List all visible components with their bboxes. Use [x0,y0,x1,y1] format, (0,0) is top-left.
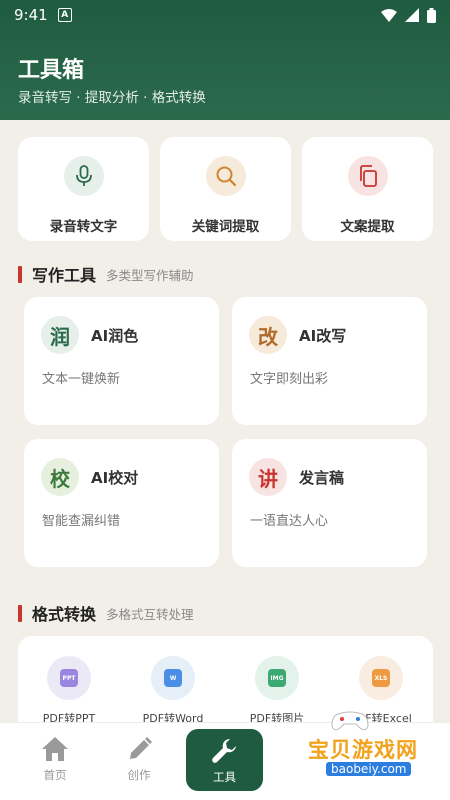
quick-action-copy-extract[interactable]: 文案提取 [302,137,433,241]
format-icon-wrap: IMG [255,656,299,700]
format-icon-wrap: W [151,656,195,700]
nav-item-tools[interactable]: 工具 [186,729,263,791]
ppt-file-icon: PPT [60,669,78,687]
quick-action-keywords[interactable]: 关键词提取 [160,137,291,241]
tool-card-proofread[interactable]: 校 AI校对 智能查漏纠错 [24,439,219,567]
notification-icon: A [57,8,72,22]
tool-badge: 改 [249,316,287,354]
page-title: 工具箱 [18,58,85,83]
section-subtitle: 多类型写作辅助 [106,267,194,283]
tool-badge: 讲 [249,458,287,496]
tool-badge: 润 [41,316,79,354]
section-accent-bar [18,265,22,283]
nav-label: 工具 [213,769,236,784]
status-time: 9:41 [14,6,48,24]
signal-icon [405,8,419,22]
tool-name: AI改写 [299,327,347,345]
section-title: 格式转换 [32,605,97,624]
tool-badge: 校 [41,458,79,496]
section-header-format: 格式转换 多格式互转处理 [18,601,194,625]
nav-label: 创作 [127,768,151,782]
section-subtitle: 多格式互转处理 [106,606,194,622]
app-header: 9:41 A 工具箱 录音转写 · 提取分析 · 格式转换 [0,0,450,120]
watermark: 宝贝游戏网 baobeiy.com [300,710,450,780]
format-item-pdf-word[interactable]: W PDF转Word [128,656,218,726]
tool-desc: 一语直达人心 [250,514,329,529]
status-bar: 9:41 A [0,0,450,30]
section-accent-bar [18,604,22,622]
tool-desc: 文本一键焕新 [42,372,121,387]
quick-action-label: 录音转文字 [49,219,118,235]
quick-action-icon-wrap [347,156,388,196]
quick-action-label: 关键词提取 [191,219,260,235]
tool-desc: 智能查漏纠错 [42,514,121,529]
nav-label: 首页 [43,768,67,782]
word-file-icon: W [164,669,182,687]
tool-card-speech[interactable]: 讲 发言稿 一语直达人心 [232,439,427,567]
page-subtitle: 录音转写 · 提取分析 · 格式转换 [18,90,206,106]
excel-file-icon: XLS [372,669,390,687]
wifi-icon [381,8,397,22]
battery-icon [427,7,436,23]
tool-name: AI润色 [91,327,139,345]
watermark-url: baobeiy.com [326,762,412,776]
format-icon-wrap: PPT [47,656,91,700]
tool-name: AI校对 [91,469,139,487]
watermark-text: 宝贝游戏网 [308,738,418,762]
wrench-icon [211,738,236,763]
pencil-icon [130,737,152,759]
format-icon-wrap: XLS [359,656,403,700]
quick-action-icon-wrap [205,156,246,196]
tool-name: 发言稿 [299,469,345,487]
nav-item-create[interactable]: 创作 [104,735,174,783]
tool-card-rewrite[interactable]: 改 AI改写 文字即刻出彩 [232,297,427,425]
section-header-writing: 写作工具 多类型写作辅助 [18,262,194,286]
quick-action-icon-wrap [63,156,104,196]
image-file-icon: IMG [268,669,286,687]
format-item-pdf-ppt[interactable]: PPT PDF转PPT [24,656,114,726]
section-title: 写作工具 [32,266,97,285]
gamepad-icon [331,711,369,731]
nav-item-home[interactable]: 首页 [20,735,90,783]
quick-action-recording[interactable]: 录音转文字 [18,137,149,241]
tool-card-polish[interactable]: 润 AI润色 文本一键焕新 [24,297,219,425]
copy-icon [359,165,377,187]
tool-desc: 文字即刻出彩 [250,372,329,387]
quick-action-label: 文案提取 [340,219,395,235]
microphone-icon [75,165,92,186]
home-icon [42,737,68,761]
search-icon [216,166,236,187]
